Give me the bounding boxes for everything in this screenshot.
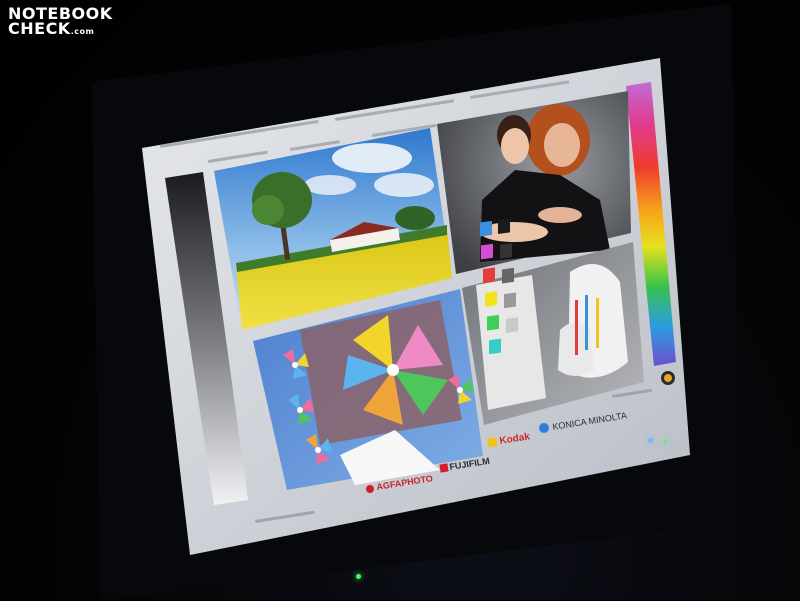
- monitor-screen: AGFAPHOTO FUJIFILM Kodak KONICA MINOLTA: [142, 58, 690, 555]
- watermark: NOTEBOOK CHECK.com: [8, 6, 113, 39]
- status-led: [648, 438, 653, 443]
- fujifilm-logo-icon: [439, 463, 449, 473]
- kodak-logo-icon: [487, 437, 498, 448]
- agfa-logo-icon: [366, 485, 374, 493]
- status-led: [664, 440, 667, 443]
- watermark-suffix: .com: [70, 27, 95, 36]
- konica-logo-icon: [539, 423, 549, 433]
- power-led: [356, 574, 361, 579]
- photo-scene: AGFAPHOTO FUJIFILM Kodak KONICA MINOLTA …: [0, 0, 800, 601]
- watermark-line-2: CHECK: [8, 19, 71, 38]
